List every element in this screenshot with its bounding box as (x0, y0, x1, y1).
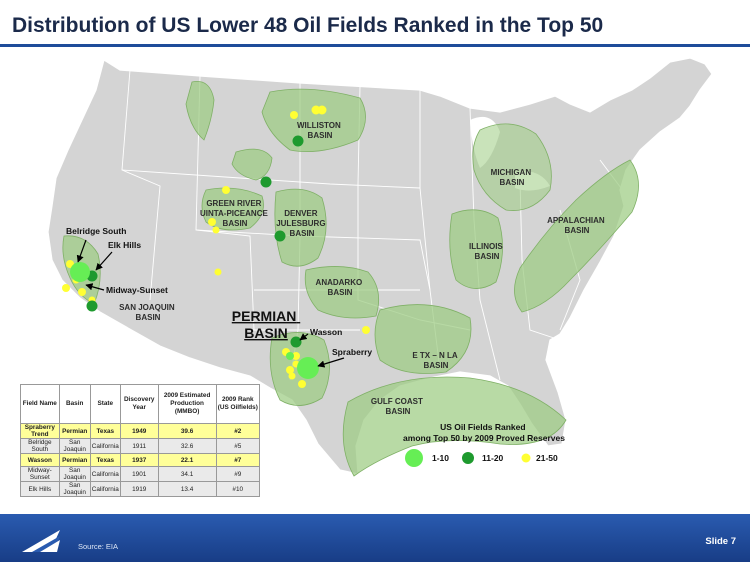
table-header-cell: Basin (58, 384, 91, 424)
table-cell: San Joaquin (58, 438, 91, 454)
table-header-cell: State (89, 384, 121, 424)
table-cell: Permian (58, 423, 91, 439)
slide-title: Distribution of US Lower 48 Oil Fields R… (12, 14, 604, 37)
table-cell: Texas (89, 423, 121, 439)
oil-field-marker (290, 336, 302, 348)
table-cell: Belridge South (20, 438, 60, 454)
oil-field-marker (317, 105, 327, 115)
table-cell: #10 (215, 481, 261, 497)
table-cell: Spraberry Trend (20, 423, 60, 439)
elk-hills-label: Elk Hills (108, 240, 141, 250)
company-logo-icon (22, 530, 60, 552)
slide-footer: Source: EIA Slide 7 (0, 514, 750, 562)
table-cell: 13.4 (157, 481, 217, 497)
midway-sunset-label: Midway-Sunset (106, 285, 168, 295)
legend-label-1-10: 1-10 (432, 453, 449, 463)
legend-swatch-21-50 (521, 453, 531, 463)
legend-swatch-11-20 (462, 452, 474, 464)
belridge-south-marker (70, 262, 90, 282)
table-cell: #7 (215, 453, 261, 467)
wasson-label: Wasson (310, 327, 342, 337)
oil-field-marker (214, 268, 222, 276)
table-cell: Wasson (20, 453, 60, 467)
table-header-cell: 2009 Rank (US Oilfields) (215, 384, 261, 424)
table-cell: Permian (58, 453, 91, 467)
oil-field-marker (290, 111, 298, 119)
source-note: Source: EIA (78, 542, 119, 551)
legend-label-21-50: 21-50 (536, 453, 558, 463)
oil-field-marker (86, 300, 98, 312)
table-cell: #9 (215, 466, 261, 482)
table-row: Wasson Permian Texas 1937 22.1 #7 (20, 453, 261, 467)
oil-field-marker (362, 326, 370, 334)
table-cell: Midway-Sunset (20, 466, 60, 482)
table-header-row: Field Name Basin State Discovery Year 20… (20, 384, 261, 424)
spraberry-label: Spraberry (332, 347, 372, 357)
table-row: Elk Hills San Joaquin California 1919 13… (20, 481, 261, 497)
table-cell: 1911 (119, 438, 159, 454)
table-cell: San Joaquin (58, 466, 91, 482)
oil-field-marker (222, 186, 230, 194)
table-cell: 34.1 (157, 466, 217, 482)
table-cell: Elk Hills (20, 481, 60, 497)
table-cell: 1937 (119, 453, 159, 467)
table-header-cell: Discovery Year (119, 384, 159, 424)
table-cell: San Joaquin (58, 481, 91, 497)
table-cell: 1949 (119, 423, 159, 439)
table-cell: 22.1 (157, 453, 217, 467)
table-cell: California (89, 481, 121, 497)
oil-field-marker (292, 135, 304, 147)
oil-field-marker (288, 372, 296, 380)
title-divider (0, 44, 750, 47)
table-header-cell: Field Name (20, 384, 60, 424)
wasson-marker (286, 352, 294, 360)
oil-field-marker (78, 288, 86, 296)
table-cell: #2 (215, 423, 261, 439)
table-cell: 32.6 (157, 438, 217, 454)
slide-number: Slide 7 (705, 536, 736, 547)
table-cell: California (89, 466, 121, 482)
table-header-cell: 2009 Estimated Production (MMBO) (157, 384, 217, 424)
table-cell: 1901 (119, 466, 159, 482)
legend-swatch-1-10 (405, 449, 423, 467)
table-cell: #5 (215, 438, 261, 454)
table-cell: California (89, 438, 121, 454)
oil-field-marker (274, 230, 286, 242)
top-fields-table: Field Name Basin State Discovery Year 20… (20, 384, 261, 497)
oil-field-marker (62, 284, 70, 292)
oil-field-marker (298, 380, 306, 388)
oil-field-marker (208, 218, 216, 226)
oil-field-marker (212, 226, 220, 234)
table-row: Midway-Sunset San Joaquin California 190… (20, 466, 261, 482)
table-row: Belridge South San Joaquin California 19… (20, 438, 261, 454)
spraberry-marker (297, 357, 319, 379)
table-cell: 39.6 (157, 423, 217, 439)
table-cell: 1919 (119, 481, 159, 497)
table-cell: Texas (89, 453, 121, 467)
belridge-south-label: Belridge South (66, 226, 126, 236)
legend-label-11-20: 11-20 (482, 453, 504, 463)
table-row: Spraberry Trend Permian Texas 1949 39.6 … (20, 423, 261, 439)
oil-field-marker (260, 176, 272, 188)
